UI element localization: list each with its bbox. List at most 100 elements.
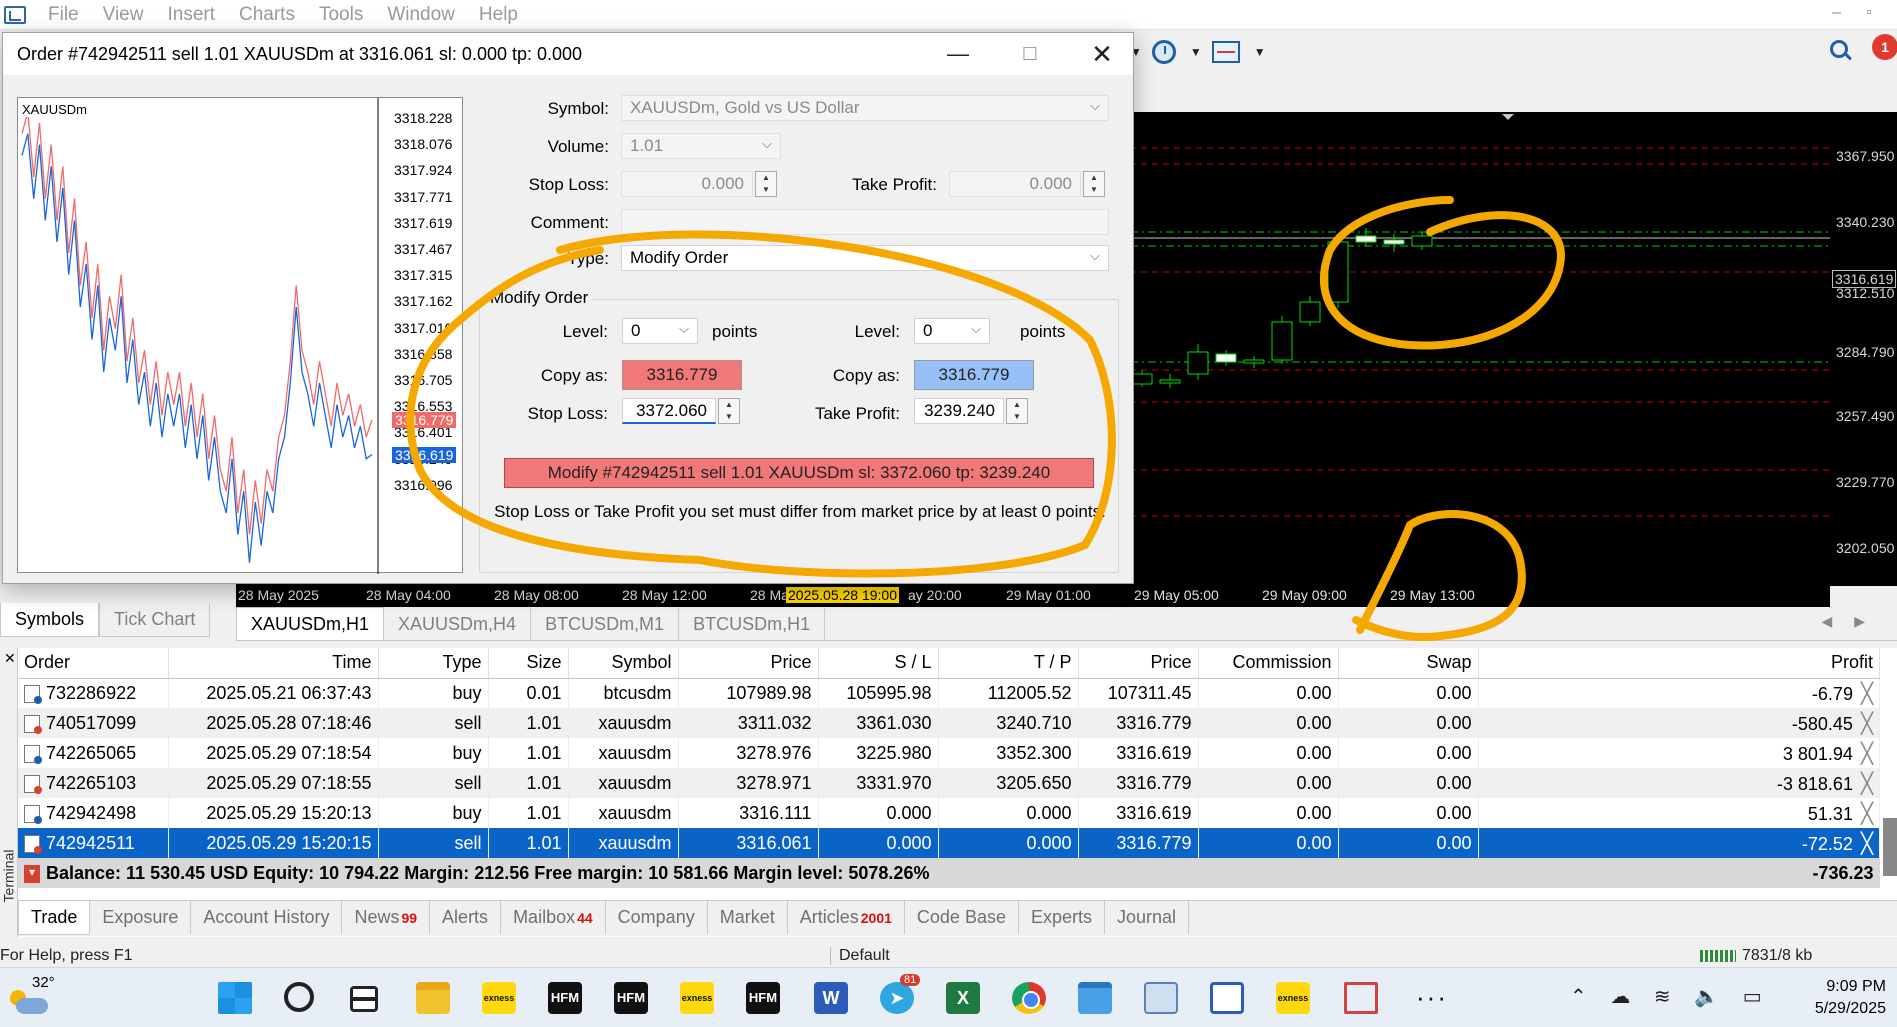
maximize-icon[interactable]: ☐ [1015, 39, 1045, 69]
close-order-icon[interactable]: ╳ [1861, 743, 1873, 765]
file-explorer-icon[interactable] [416, 982, 450, 1014]
chart-tab-btcusdm-m1[interactable]: BTCUSDm,M1 [531, 608, 680, 640]
table-row[interactable]: 742942498 2025.05.29 15:20:13 buy 1.01 x… [18, 798, 1880, 828]
telegram-app-icon[interactable]: ➤ [880, 982, 914, 1014]
column-header-tp[interactable]: T / P [938, 648, 1079, 679]
close-order-icon[interactable]: ╳ [1861, 773, 1873, 795]
close-order-icon[interactable]: ╳ [1861, 713, 1873, 735]
tab-company[interactable]: Company [606, 901, 708, 934]
column-header-symbol[interactable]: Symbol [568, 648, 679, 679]
periods-dropdown-arrow-icon[interactable]: ▼ [1190, 45, 1202, 59]
templates-dropdown-arrow-icon[interactable]: ▼ [1254, 45, 1266, 59]
exness-app-icon[interactable]: exness [680, 982, 714, 1014]
word-app-icon[interactable]: W [814, 982, 848, 1014]
hfm-app-icon[interactable]: HFM [548, 982, 582, 1014]
cloud-sync-icon[interactable]: ☁ [1610, 986, 1630, 1008]
dialog-title-bar[interactable]: Order #742942511 sell 1.01 XAUUSDm at 33… [3, 33, 1133, 75]
notepad-app-icon[interactable] [1078, 982, 1112, 1014]
tab-tick-chart[interactable]: Tick Chart [99, 603, 211, 637]
tab-code-base[interactable]: Code Base [905, 901, 1019, 934]
chart-tab-btcusdm-h1[interactable]: BTCUSDm,H1 [679, 608, 826, 640]
more-apps-icon[interactable]: ··· [1416, 982, 1448, 1013]
table-row-selected[interactable]: 742942511 2025.05.29 15:20:15 sell 1.01 … [18, 828, 1880, 858]
tab-exposure[interactable]: Exposure [90, 901, 192, 934]
column-header-size[interactable]: Size [488, 648, 569, 679]
tray-chevron-up-icon[interactable]: ⌃ [1570, 986, 1587, 1008]
battery-icon[interactable]: ▭ [1743, 986, 1762, 1008]
table-row[interactable]: 740517099 2025.05.28 07:18:46 sell 1.01 … [18, 708, 1880, 738]
remote-desktop-icon[interactable] [1144, 982, 1178, 1014]
close-icon[interactable]: ✕ [1087, 39, 1117, 69]
tab-account-history[interactable]: Account History [191, 901, 343, 934]
task-view-icon[interactable] [350, 986, 378, 1012]
chart-tab-xauusdm-h1[interactable]: XAUUSDm,H1 [236, 607, 385, 640]
hfm-app-icon[interactable]: HFM [746, 982, 780, 1014]
chrome-app-icon[interactable] [1012, 982, 1046, 1014]
menu-charts[interactable]: Charts [227, 4, 307, 26]
modify-stop-loss-spinner-icon[interactable]: ▲ ▼ [718, 398, 740, 424]
terminal-close-icon[interactable]: ✕ [4, 650, 16, 667]
order-type-select[interactable]: Modify Order ⌵ [621, 245, 1109, 271]
modify-take-profit-input[interactable]: 3239.240 [914, 398, 1004, 424]
terminal-scrollbar[interactable] [1883, 818, 1897, 876]
menu-help[interactable]: Help [467, 4, 530, 26]
modify-order-button[interactable]: Modify #742942511 sell 1.01 XAUUSDm sl: … [504, 458, 1094, 488]
mdi-restore-icon[interactable]: ▫ [1866, 4, 1872, 22]
menu-view[interactable]: View [91, 4, 156, 26]
wifi-icon[interactable]: ≋ [1654, 986, 1671, 1008]
main-chart[interactable] [1130, 112, 1830, 586]
excel-app-icon[interactable]: X [946, 982, 980, 1014]
tab-trade[interactable]: Trade [18, 901, 91, 935]
column-header-commission[interactable]: Commission [1198, 648, 1339, 679]
tab-articles[interactable]: Articles 2001 [788, 901, 905, 934]
column-header-time[interactable]: Time [168, 648, 379, 679]
search-icon[interactable] [1830, 40, 1848, 58]
taskbar-clock[interactable]: 9:09 PM 5/29/2025 [1786, 976, 1886, 1020]
tp-copy-as-button[interactable]: 3316.779 [914, 360, 1034, 390]
start-button-icon[interactable] [218, 982, 252, 1014]
table-row[interactable]: 742265065 2025.05.29 07:18:54 buy 1.01 x… [18, 738, 1880, 768]
modify-stop-loss-input[interactable]: 3372.060 [622, 398, 716, 424]
minimize-icon[interactable]: — [943, 39, 973, 69]
hfm-app-icon[interactable]: HFM [614, 982, 648, 1014]
tab-market[interactable]: Market [708, 901, 788, 934]
tab-news[interactable]: News 99 [342, 901, 431, 934]
close-order-icon[interactable]: ╳ [1861, 833, 1873, 855]
templates-chart-icon[interactable] [1211, 41, 1240, 63]
close-order-icon[interactable]: ╳ [1861, 683, 1873, 705]
exness-app-icon[interactable]: exness [482, 982, 516, 1014]
column-header-swap[interactable]: Swap [1338, 648, 1479, 679]
chart-tab-xauusdm-h4[interactable]: XAUUSDm,H4 [384, 608, 532, 640]
exness-app-icon[interactable]: exness [1276, 982, 1310, 1014]
tab-alerts[interactable]: Alerts [430, 901, 502, 934]
table-row[interactable]: 732286922 2025.05.21 06:37:43 buy 0.01 b… [18, 678, 1880, 708]
notification-badge-icon[interactable]: 1 [1872, 34, 1897, 60]
volume-icon[interactable]: 🔈 [1694, 986, 1719, 1008]
close-order-icon[interactable]: ╳ [1861, 803, 1873, 825]
column-header-order[interactable]: Order [18, 648, 169, 679]
taskbar-search-icon[interactable] [284, 982, 314, 1012]
tab-symbols[interactable]: Symbols [0, 603, 100, 637]
table-row[interactable]: 742265103 2025.05.29 07:18:55 sell 1.01 … [18, 768, 1880, 798]
column-header-type[interactable]: Type [378, 648, 489, 679]
mdi-minimize-icon[interactable]: – [1832, 4, 1841, 22]
tp-level-select[interactable]: 0 ⌵ [914, 318, 990, 344]
tab-scroll-arrows-icon[interactable]: ◀▶ [1821, 613, 1887, 630]
column-header-current-price[interactable]: Price [1078, 648, 1199, 679]
modify-take-profit-spinner-icon[interactable]: ▲ ▼ [1006, 398, 1028, 424]
menu-window[interactable]: Window [375, 4, 467, 26]
column-header-price[interactable]: Price [678, 648, 819, 679]
window-app-icon[interactable] [1210, 982, 1244, 1014]
menu-file[interactable]: File [36, 4, 91, 26]
sl-level-select[interactable]: 0 ⌵ [622, 318, 698, 344]
column-header-sl[interactable]: S / L [818, 648, 939, 679]
column-header-profit[interactable]: Profit [1478, 648, 1880, 679]
menu-insert[interactable]: Insert [155, 4, 227, 26]
tab-journal[interactable]: Journal [1105, 901, 1190, 934]
tab-experts[interactable]: Experts [1019, 901, 1105, 934]
menu-tools[interactable]: Tools [307, 4, 375, 26]
periods-clock-icon[interactable] [1151, 40, 1176, 64]
snipping-tool-icon[interactable] [1344, 982, 1378, 1014]
sl-copy-as-button[interactable]: 3316.779 [622, 360, 742, 390]
tab-mailbox[interactable]: Mailbox 44 [501, 901, 606, 934]
